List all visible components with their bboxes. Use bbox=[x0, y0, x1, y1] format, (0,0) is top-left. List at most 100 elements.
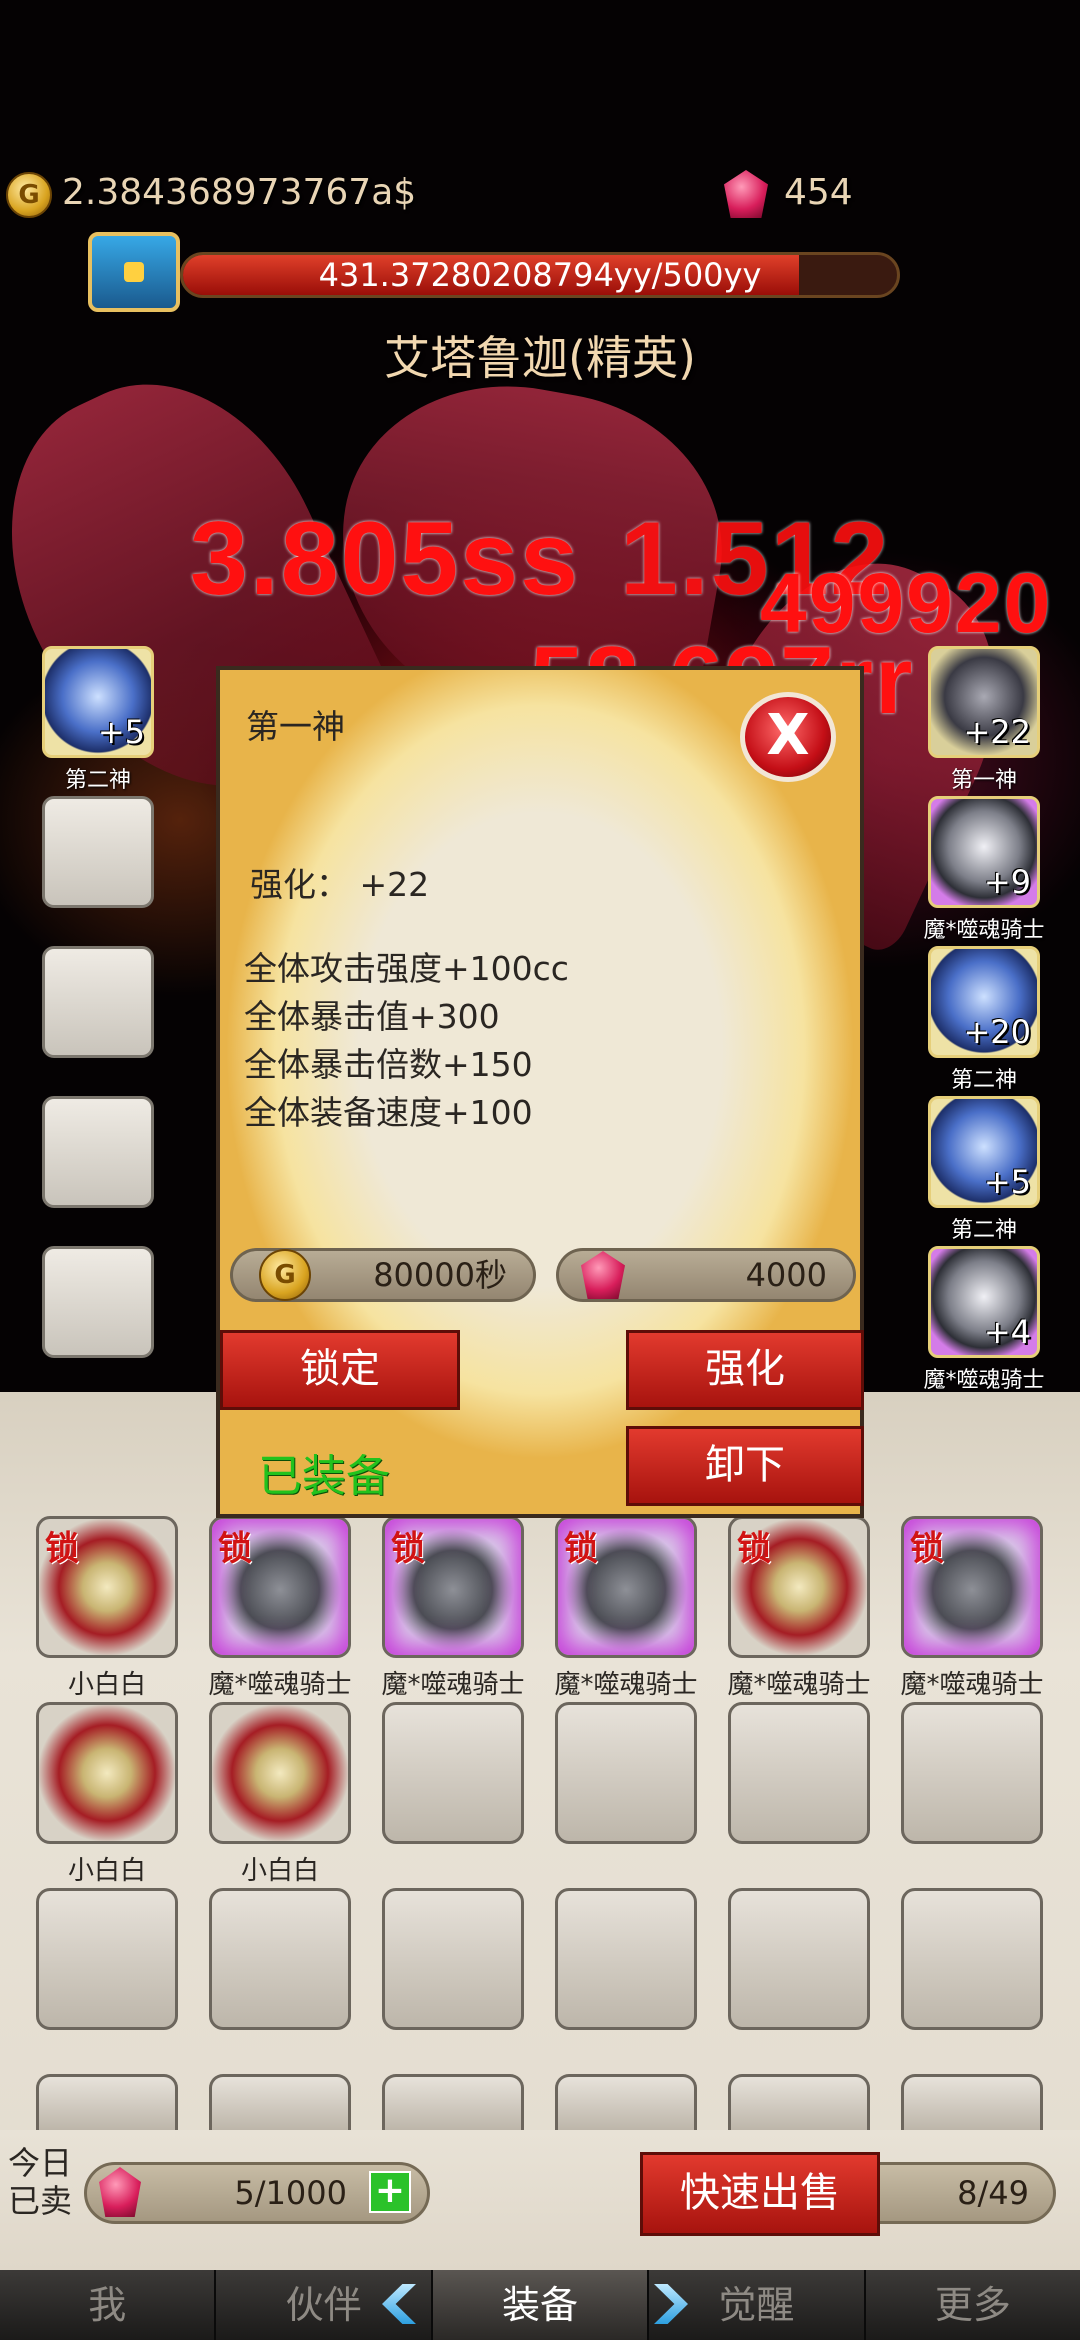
equipped-status: 已装备 bbox=[258, 1451, 390, 1502]
gem-cost: 4000 bbox=[745, 1256, 827, 1294]
right-equip-name: 魔*噬魂骑士 bbox=[923, 1368, 1045, 1393]
boss-name: 艾塔鲁迦(精英) bbox=[384, 331, 696, 385]
right-equip-name: 第二神 bbox=[950, 1068, 1017, 1093]
gold-coin-icon: G bbox=[6, 172, 52, 218]
gem-icon bbox=[581, 1251, 625, 1299]
inventory-slot-empty[interactable] bbox=[901, 1888, 1043, 2030]
item-name: 魔*噬魂骑士 bbox=[208, 1670, 352, 1700]
nav-more[interactable]: 更多 bbox=[866, 2270, 1080, 2340]
left-equip-slot-4[interactable] bbox=[42, 1096, 154, 1208]
inventory-slot[interactable] bbox=[36, 1702, 178, 1844]
nav-equipment[interactable]: 装备 bbox=[432, 2270, 650, 2340]
right-equip-name: 魔*噬魂骑士 bbox=[923, 918, 1045, 943]
enhance-button[interactable]: 强化 bbox=[626, 1330, 864, 1410]
inventory-slot-empty[interactable] bbox=[555, 2074, 697, 2130]
unequip-button[interactable]: 卸下 bbox=[626, 1426, 864, 1506]
inventory-slot-empty[interactable] bbox=[728, 2074, 870, 2130]
inventory-slot[interactable]: 锁 bbox=[555, 1516, 697, 1658]
damage-number: 3.805ss bbox=[190, 501, 580, 617]
lock-icon: 锁 bbox=[564, 1529, 598, 1569]
sold-today-label: 今日 已卖 bbox=[8, 2144, 72, 2220]
inventory-slot-empty[interactable] bbox=[901, 1702, 1043, 1844]
gem-icon bbox=[99, 2167, 141, 2217]
gold-coin-icon: G bbox=[259, 1249, 311, 1301]
inventory-slot[interactable]: 锁 bbox=[901, 1516, 1043, 1658]
sold-count-bar: 5/1000 + bbox=[84, 2162, 430, 2224]
inventory-slot[interactable] bbox=[209, 1702, 351, 1844]
gem-cost-bar: 4000 bbox=[556, 1248, 856, 1302]
item-name: 小白白 bbox=[240, 1856, 319, 1886]
enhance-level: +5 bbox=[97, 713, 145, 751]
item-name: 小白白 bbox=[67, 1856, 146, 1886]
item-detail-modal: 第一神 强化： +22 全体攻击强度+100cc 全体暴击值+300 全体暴击倍… bbox=[216, 666, 864, 1518]
inventory-slot[interactable]: 锁 bbox=[209, 1516, 351, 1658]
boss-hp-bar: 431.37280208794yy/500yy bbox=[180, 252, 900, 298]
item-name: 魔*噬魂骑士 bbox=[381, 1670, 525, 1700]
inventory-slot-empty[interactable] bbox=[382, 2074, 524, 2130]
close-button[interactable]: X bbox=[740, 692, 836, 782]
left-equip-slot-1[interactable]: +5 bbox=[42, 646, 154, 758]
inventory-slot-empty[interactable] bbox=[382, 1888, 524, 2030]
nav-partners[interactable]: 伙伴 bbox=[216, 2270, 433, 2340]
bag-capacity: 8/49 bbox=[860, 2162, 1056, 2224]
right-equip-name: 第一神 bbox=[950, 768, 1017, 793]
left-equip-slot-5[interactable] bbox=[42, 1246, 154, 1358]
inventory-slot-empty[interactable] bbox=[555, 1702, 697, 1844]
boss-hp-text: 431.37280208794yy/500yy bbox=[318, 256, 762, 294]
bottom-nav: 我 伙伴 装备 觉醒 更多 bbox=[0, 2270, 1080, 2340]
item-title: 第一神 bbox=[246, 707, 345, 746]
inventory-slot-empty[interactable] bbox=[901, 2074, 1043, 2130]
inventory-slot[interactable]: 锁 bbox=[382, 1516, 524, 1658]
gold-amount: 2.384368973767a$ bbox=[62, 172, 417, 213]
item-name: 小白白 bbox=[67, 1670, 146, 1700]
enhance-level: +9 bbox=[983, 863, 1031, 901]
gold-cost-bar: G 80000秒 bbox=[230, 1248, 536, 1302]
lock-button[interactable]: 锁定 bbox=[220, 1330, 460, 1410]
inventory-slot[interactable]: 锁 bbox=[36, 1516, 178, 1658]
inventory-slot-empty[interactable] bbox=[36, 1888, 178, 2030]
enhance-level: +20 bbox=[963, 1013, 1031, 1051]
inventory-slot[interactable]: 锁 bbox=[728, 1516, 870, 1658]
lock-icon: 锁 bbox=[391, 1529, 425, 1569]
left-equip-slot-3[interactable] bbox=[42, 946, 154, 1058]
right-equip-slot-4[interactable]: +5 bbox=[928, 1096, 1040, 1208]
enhance-level: +5 bbox=[983, 1163, 1031, 1201]
inventory-slot-empty[interactable] bbox=[728, 1702, 870, 1844]
treasure-chest-icon[interactable] bbox=[88, 232, 180, 312]
inventory-slot-empty[interactable] bbox=[382, 1702, 524, 1844]
inventory-slot-empty[interactable] bbox=[555, 1888, 697, 2030]
stat-line: 全体攻击强度+100cc bbox=[244, 949, 569, 988]
stat-line: 全体暴击倍数+150 bbox=[244, 1045, 533, 1084]
lock-icon: 锁 bbox=[45, 1529, 79, 1569]
item-name: 魔*噬魂骑士 bbox=[900, 1670, 1044, 1700]
right-equip-slot-2[interactable]: +9 bbox=[928, 796, 1040, 908]
right-equip-slot-3[interactable]: +20 bbox=[928, 946, 1040, 1058]
lock-icon: 锁 bbox=[218, 1529, 252, 1569]
gold-cost: 80000秒 bbox=[373, 1256, 507, 1294]
left-equip-slot-2[interactable] bbox=[42, 796, 154, 908]
sold-label-line1: 今日 bbox=[8, 2144, 73, 2182]
item-name: 魔*噬魂骑士 bbox=[727, 1670, 871, 1700]
sold-label-line2: 已卖 bbox=[8, 2182, 73, 2220]
item-name: 魔*噬魂骑士 bbox=[554, 1670, 698, 1700]
stat-line: 全体暴击值+300 bbox=[244, 997, 500, 1036]
inventory-slot-empty[interactable] bbox=[36, 2074, 178, 2130]
enhance-level: +4 bbox=[983, 1313, 1031, 1351]
inventory-slot-empty[interactable] bbox=[209, 1888, 351, 2030]
right-equip-name: 第二神 bbox=[950, 1218, 1017, 1243]
lock-icon: 锁 bbox=[910, 1529, 944, 1569]
nav-me[interactable]: 我 bbox=[0, 2270, 217, 2340]
stat-line: 全体装备速度+100 bbox=[244, 1093, 533, 1132]
enhance-level: +22 bbox=[963, 713, 1031, 751]
lock-icon: 锁 bbox=[737, 1529, 771, 1569]
enhance-level-text: 强化： +22 bbox=[250, 865, 430, 904]
inventory-slot-empty[interactable] bbox=[209, 2074, 351, 2130]
quick-sell-button[interactable]: 快速出售 bbox=[640, 2152, 880, 2236]
inventory-slot-empty[interactable] bbox=[728, 1888, 870, 2030]
sold-count: 5/1000 bbox=[234, 2174, 347, 2212]
right-equip-slot-1[interactable]: +22 bbox=[928, 646, 1040, 758]
right-equip-slot-5[interactable]: +4 bbox=[928, 1246, 1040, 1358]
left-equip-name: 第二神 bbox=[64, 768, 131, 793]
add-icon[interactable]: + bbox=[369, 2171, 411, 2213]
gem-amount: 454 bbox=[784, 172, 853, 213]
